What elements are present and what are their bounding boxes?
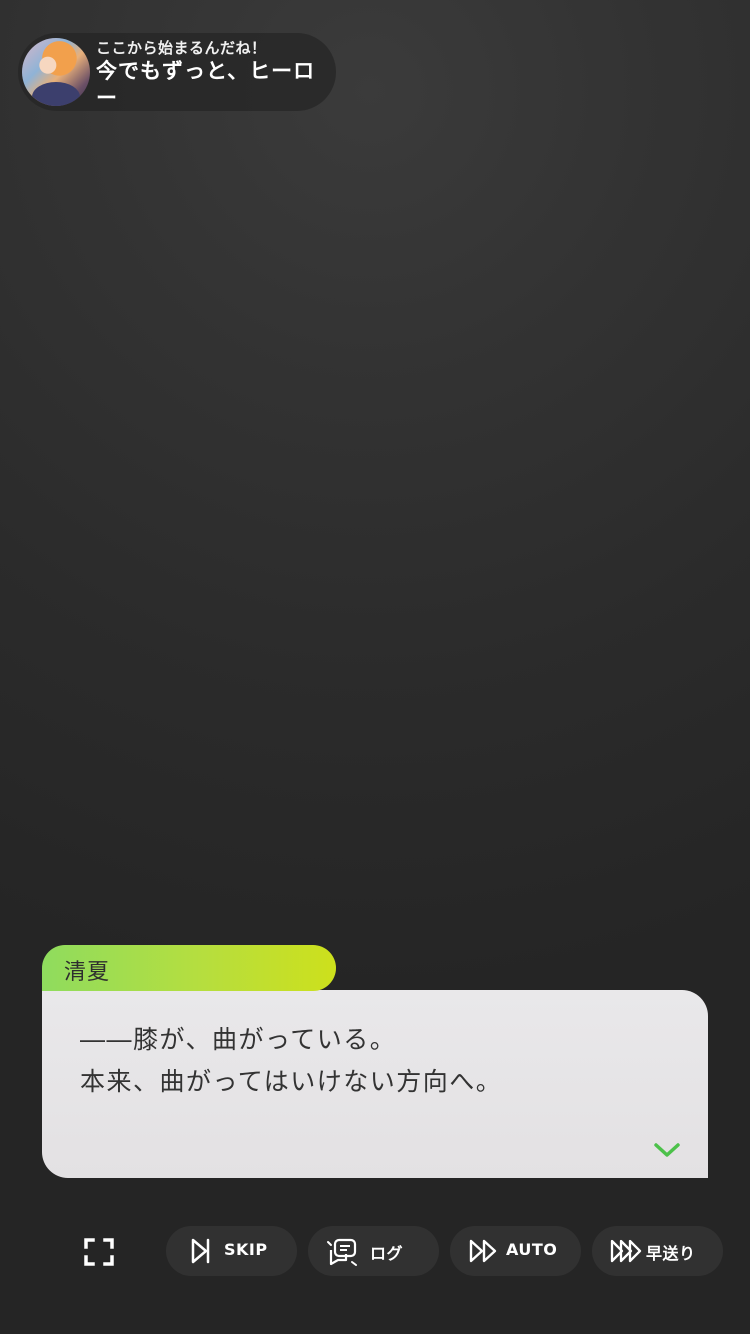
dialogue-box[interactable]: ――膝が、曲がっている。 本来、曲がってはいけない方向へ。 bbox=[42, 990, 708, 1178]
fullscreen-icon[interactable] bbox=[76, 1227, 122, 1277]
dialogue-line: ――膝が、曲がっている。 bbox=[80, 1025, 397, 1054]
fast-forward-button[interactable]: 早送り bbox=[592, 1226, 723, 1276]
dialogue-line: 本来、曲がってはいけない方向へ。 bbox=[80, 1067, 503, 1096]
episode-title: 今でもずっと、ヒーロー bbox=[96, 59, 316, 110]
chevron-down-icon[interactable] bbox=[652, 1140, 682, 1160]
episode-header[interactable]: ここから始まるんだね！ 今でもずっと、ヒーロー bbox=[18, 33, 336, 111]
skip-button[interactable]: SKIP bbox=[166, 1226, 297, 1276]
fast-forward-icon bbox=[610, 1239, 642, 1263]
episode-subtitle: ここから始まるんだね！ bbox=[96, 39, 267, 57]
log-button[interactable]: ログ bbox=[308, 1226, 439, 1276]
auto-label: AUTO bbox=[506, 1240, 558, 1259]
fast-forward-label: 早送り bbox=[646, 1244, 696, 1263]
speaker-name-tag: 清夏 bbox=[42, 945, 336, 991]
log-label: ログ bbox=[370, 1244, 404, 1263]
speaker-name: 清夏 bbox=[64, 960, 111, 985]
skip-icon bbox=[191, 1238, 210, 1264]
auto-play-icon bbox=[469, 1239, 497, 1263]
chat-log-icon bbox=[327, 1238, 357, 1266]
auto-button[interactable]: AUTO bbox=[450, 1226, 581, 1276]
character-avatar bbox=[22, 38, 90, 106]
skip-label: SKIP bbox=[224, 1240, 268, 1259]
